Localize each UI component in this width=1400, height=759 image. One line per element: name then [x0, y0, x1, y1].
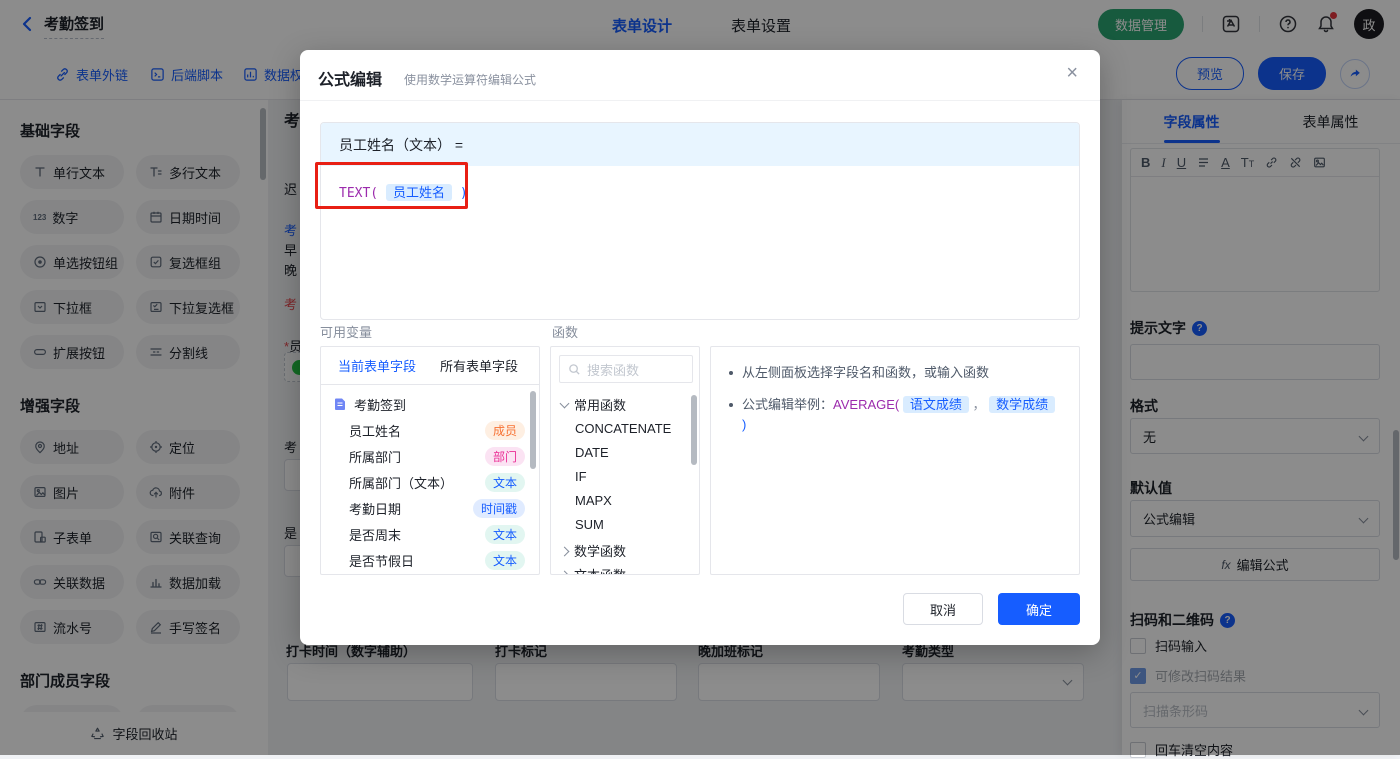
function-group-common[interactable]: 常用函数	[559, 395, 626, 414]
example-function-name: AVERAGE(	[833, 397, 900, 412]
annotation-highlight-box	[315, 162, 468, 209]
dialog-subtitle: 使用数学运算符编辑公式	[404, 73, 537, 87]
header-divider	[300, 100, 1100, 101]
cancel-button[interactable]: 取消	[903, 593, 983, 625]
type-badge: 文本	[484, 550, 525, 570]
tab-current-form-fields[interactable]: 当前表单字段	[338, 356, 416, 375]
variable-row[interactable]: 是否节假日 文本	[321, 547, 539, 573]
chevron-down-icon	[559, 398, 570, 408]
function-group-math[interactable]: 数学函数	[559, 541, 626, 560]
type-badge: 时间戳	[472, 498, 525, 518]
variable-row[interactable]: 所属部门 部门	[321, 443, 539, 469]
type-badge: 部门	[484, 446, 525, 466]
search-placeholder: 搜索函数	[587, 362, 640, 378]
function-item[interactable]: DATE	[575, 445, 609, 460]
bullet	[729, 403, 733, 407]
help-line-1: 从左侧面板选择字段名和函数，或输入函数	[729, 363, 1061, 383]
functions-panel: 搜索函数 常用函数 CONCATENATE DATE IF MAPX SUM 数…	[550, 346, 700, 575]
type-badge: 文本	[484, 524, 525, 544]
formula-edit-dialog: 公式编辑 使用数学运算符编辑公式 × 员工姓名（文本） = TEXT( 员工姓名…	[300, 50, 1100, 645]
functions-label: 函数	[552, 325, 579, 340]
function-item[interactable]: CONCATENATE	[575, 421, 671, 436]
function-item[interactable]: IF	[575, 469, 587, 484]
function-search-input[interactable]: 搜索函数	[559, 355, 693, 383]
chevron-right-icon	[559, 546, 570, 557]
example-chip: 语文成绩	[902, 396, 969, 413]
bullet	[729, 371, 733, 375]
chevron-right-icon	[559, 570, 570, 574]
tree-root[interactable]: 考勤签到	[321, 391, 539, 417]
search-icon	[569, 363, 580, 375]
function-item[interactable]: MAPX	[575, 493, 612, 508]
variables-panel: 当前表单字段 所有表单字段 考勤签到 员工姓名 成员 所属部门 部门 所属部门（文本…	[320, 346, 540, 575]
example-chip: 数学成绩	[989, 396, 1056, 413]
type-badge: 文本	[484, 472, 525, 492]
confirm-button[interactable]: 确定	[998, 593, 1080, 625]
formula-editor[interactable]: 员工姓名（文本） = TEXT( 员工姓名 )	[320, 122, 1080, 320]
help-line-2: 公式编辑举例：AVERAGE( 语文成绩 ， 数学成绩 )	[729, 395, 1061, 435]
formula-target-bar: 员工姓名（文本） =	[321, 123, 1079, 166]
close-icon[interactable]: ×	[1066, 63, 1078, 83]
function-item[interactable]: SUM	[575, 517, 604, 532]
variables-label: 可用变量	[320, 325, 373, 340]
variable-row[interactable]: 员工姓名 成员	[321, 417, 539, 443]
variables-scrollbar[interactable]	[530, 391, 536, 469]
dialog-title: 公式编辑	[318, 72, 383, 89]
variable-row[interactable]: 所属部门（文本） 文本	[321, 469, 539, 495]
tab-all-form-fields[interactable]: 所有表单字段	[440, 356, 518, 375]
variable-row[interactable]: 考勤日期 时间戳	[321, 495, 539, 521]
type-badge: 成员	[484, 420, 525, 440]
help-panel: 从左侧面板选择字段名和函数，或输入函数 公式编辑举例：AVERAGE( 语文成绩…	[710, 346, 1080, 575]
functions-scrollbar[interactable]	[691, 395, 697, 465]
function-group-text[interactable]: 文本函数	[559, 565, 626, 574]
variable-row[interactable]: 是否周末 文本	[321, 521, 539, 547]
document-icon	[335, 398, 345, 410]
